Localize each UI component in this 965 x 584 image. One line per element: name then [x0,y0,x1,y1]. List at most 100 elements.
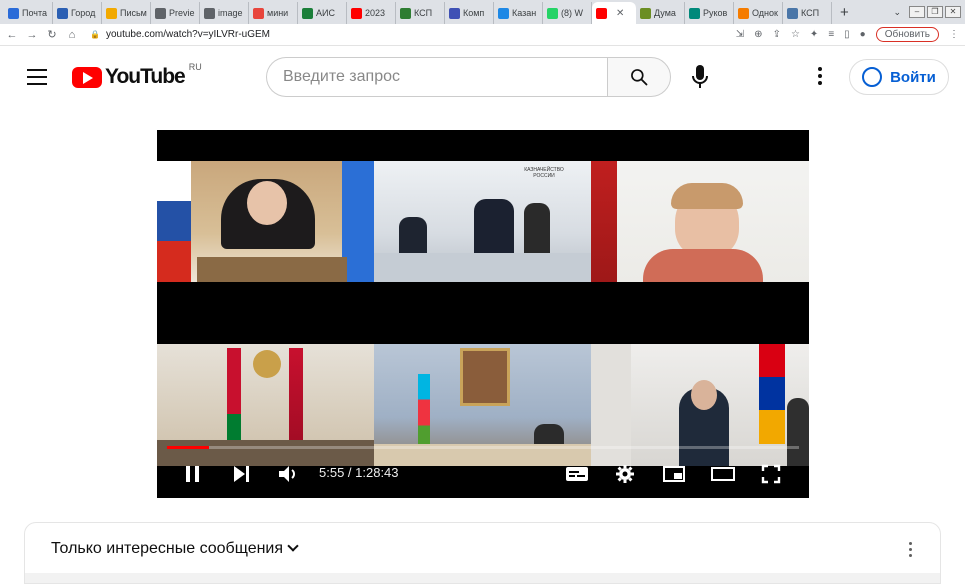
signin-button[interactable]: Войти [849,59,949,95]
tab-label: Комп [463,8,485,18]
tab-favicon-icon [738,7,749,19]
tab-label: Город [71,8,96,18]
tab-favicon-icon [253,7,264,19]
restore-icon[interactable]: ❐ [927,6,943,18]
browser-tab[interactable]: Комп [445,2,494,24]
chat-more-icon[interactable] [909,542,913,560]
tab-label: Письм [120,8,147,18]
tab-label: (8) W [561,8,583,18]
browser-tab[interactable]: 2023 [347,2,396,24]
chat-filter-label: Только интересные сообщения [51,540,284,557]
tab-label: Дума [654,8,676,18]
live-chat-panel: Только интересные сообщения [24,522,941,584]
tab-favicon-icon [204,7,215,19]
tab-label: 2023 [365,8,386,18]
progress-bar[interactable] [167,446,799,449]
reload-icon[interactable]: ↻ [44,28,60,41]
close-window-icon[interactable]: ✕ [945,6,961,18]
browser-tab[interactable]: Письм [102,2,151,24]
settings-gear-icon[interactable] [615,464,635,484]
chat-divider [25,573,940,583]
update-button[interactable]: Обновить [875,27,939,42]
tab-favicon-icon [787,7,798,19]
tab-favicon-icon [640,7,651,19]
tab-favicon-icon [106,7,117,19]
subtitles-icon[interactable] [565,464,589,484]
browser-tab[interactable]: Город [53,2,102,24]
minimize-icon[interactable]: – [909,6,925,18]
theater-mode-icon[interactable] [710,464,736,484]
video-tile-chairwoman [157,161,374,282]
url-field[interactable]: 🔒 youtube.com/watch?v=yILVRr-uGEM [90,26,736,44]
browser-tab[interactable]: Руков [685,2,734,24]
browser-tab[interactable]: Дума [636,2,685,24]
share-icon[interactable]: ⇪ [773,29,781,40]
microphone-icon [692,65,708,88]
tab-favicon-icon [57,7,68,19]
tab-favicon-icon [302,7,313,19]
country-code: RU [188,62,202,72]
browser-tab[interactable]: КСП [783,2,832,24]
next-icon[interactable] [231,464,251,484]
miniplayer-icon[interactable] [662,464,686,484]
browser-tab[interactable]: мини [249,2,298,24]
url-text: youtube.com/watch?v=yILVRr-uGEM [105,29,271,40]
tab-favicon-icon [351,7,362,19]
youtube-logo[interactable]: YouTube RU [72,62,202,89]
video-tile-treasury: КАЗНАЧЕЙСТВО РОССИИ [374,161,591,282]
install-app-icon[interactable]: ⇲ [736,29,744,40]
browser-menu-icon[interactable]: ⋮ [949,29,959,40]
forward-icon[interactable]: → [24,29,40,41]
tab-label: Почта [22,8,47,18]
bookmark-star-icon[interactable]: ☆ [791,29,800,40]
close-tab-icon[interactable]: ✕ [616,8,624,19]
player-controls: 5:55 / 1:28:43 [157,456,809,492]
browser-tab[interactable]: ✕ [592,2,636,24]
fullscreen-icon[interactable] [761,464,781,484]
back-icon[interactable]: ← [4,29,20,41]
tab-favicon-icon [498,7,509,19]
side-panel-icon[interactable]: ▯ [844,29,850,40]
video-player[interactable]: КАЗНАЧЕЙСТВО РОССИИ 5:55 / 1:28:43 [157,130,809,498]
chat-filter-dropdown[interactable]: Только интересные сообщения [51,540,299,558]
toolbar-icons: ⇲ ⊕ ⇪ ☆ ✦ ≡ ▯ ● Обновить ⋮ [736,27,959,42]
zoom-icon[interactable]: ⊕ [754,29,762,40]
youtube-header: YouTube RU Введите запрос Войти [0,47,965,105]
menu-icon[interactable] [27,69,47,90]
reading-list-icon[interactable]: ≡ [828,29,834,40]
search-input[interactable]: Введите запрос [266,57,607,97]
search-bar: Введите запрос [266,57,671,97]
browser-tab[interactable]: (8) W [543,2,592,24]
browser-tab-strip: Почта Город Письм Previe image мини АИС 2023 КСП… [0,0,965,24]
new-tab-button[interactable]: + [840,4,849,21]
tab-label: КСП [801,8,820,18]
tab-label: мини [267,8,289,18]
voice-search-button[interactable] [688,64,712,90]
tab-label: Казан [512,8,537,18]
tab-label: АИС [316,8,335,18]
settings-menu-icon[interactable] [814,67,826,88]
chevron-down-icon [287,540,299,552]
window-controls: – ❐ ✕ [909,6,961,18]
browser-tab[interactable]: Почта [4,2,53,24]
tab-favicon-icon [449,7,460,19]
pause-icon[interactable] [183,464,203,484]
tab-label: image [218,8,243,18]
browser-tab[interactable]: АИС [298,2,347,24]
lock-icon[interactable]: 🔒 [90,30,100,39]
tab-favicon-icon [596,7,607,19]
browser-tab[interactable]: КСП [396,2,445,24]
extensions-icon[interactable]: ✦ [810,29,818,40]
home-icon[interactable]: ⌂ [64,29,80,41]
profile-icon[interactable]: ● [860,29,866,40]
browser-tab[interactable]: Однок [734,2,783,24]
browser-tab[interactable]: image [200,2,249,24]
tab-search-icon[interactable]: ⌄ [893,7,901,18]
time-display: 5:55 / 1:28:43 [319,465,399,480]
search-button[interactable] [607,57,671,97]
browser-tab[interactable]: Казан [494,2,543,24]
browser-tab[interactable]: Previe [151,2,200,24]
volume-icon[interactable] [277,464,299,484]
tab-label: Previe [169,8,195,18]
video-tile-speaker [591,161,809,282]
